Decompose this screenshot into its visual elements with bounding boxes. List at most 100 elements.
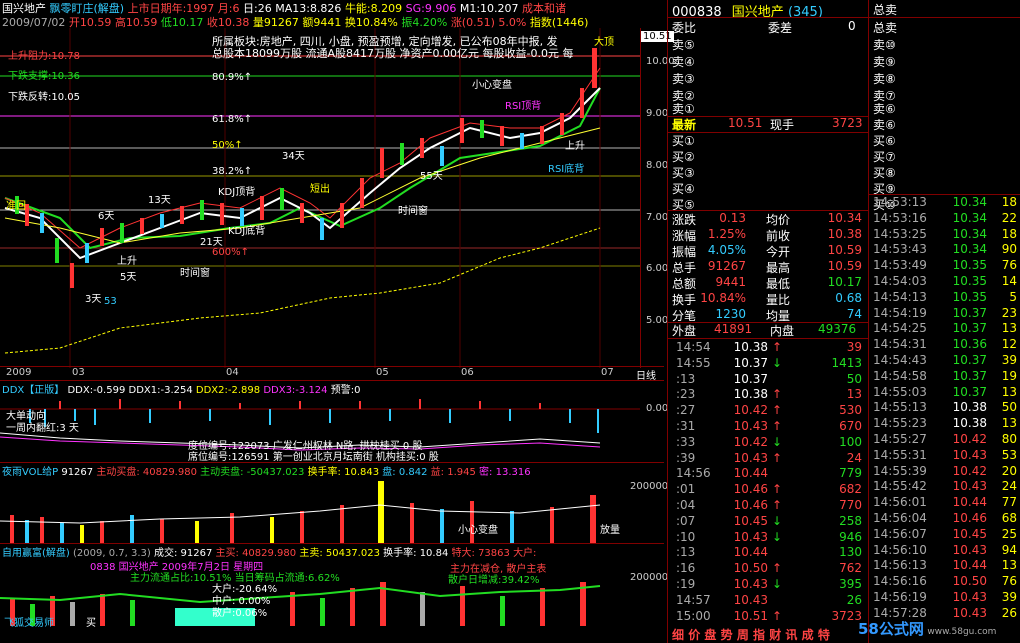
- tick-volume: 39: [846, 340, 862, 354]
- top-label: 大顶: [594, 37, 614, 48]
- vol-axis: 200000: [630, 481, 669, 492]
- buy4-label[interactable]: 买④: [672, 180, 695, 197]
- tick-volume: 770: [839, 498, 862, 512]
- sell10-label[interactable]: 卖⑩: [873, 36, 896, 53]
- detail-tick-price: 10.43: [952, 447, 987, 462]
- tick-volume: 530: [839, 403, 862, 418]
- tab-cheng[interactable]: 成: [802, 628, 814, 642]
- stat-value: 4.05%: [707, 243, 746, 257]
- custom-buy-label: 买: [86, 618, 96, 629]
- sell6-label[interactable]: 卖⑥: [873, 100, 896, 117]
- xianshou-value: 3723: [832, 116, 863, 130]
- sell-more-label[interactable]: 卖⑥: [873, 116, 896, 133]
- ddx-axis: 0.00: [646, 403, 669, 414]
- tick-volume: 670: [839, 419, 862, 433]
- tab-finance[interactable]: 财: [769, 628, 781, 642]
- stat-label: 总手: [672, 261, 697, 275]
- detail-tick-time: 14:55:42: [873, 479, 927, 494]
- x-tick: 2009: [6, 367, 32, 378]
- vol-xiaoxin-label: 小心变盘: [458, 525, 498, 536]
- tab-news[interactable]: 讯: [785, 628, 797, 642]
- detail-tick-price: 10.42: [952, 432, 987, 446]
- n55-label: 55天: [420, 171, 443, 182]
- stat-label: 涨跌: [672, 213, 697, 227]
- ddx-panel[interactable]: DDX【正版】 DDX:-0.599 DDX1:-3.254 DDX2:-2.8…: [0, 380, 668, 463]
- tab-price[interactable]: 价: [688, 628, 700, 642]
- tick-arrow: ↑: [772, 561, 783, 576]
- y-tick: 7.00: [646, 212, 669, 223]
- detail-tick-time: 14:56:01: [873, 495, 927, 510]
- tick-time: :07: [676, 513, 696, 528]
- tab-pan[interactable]: 盘: [704, 628, 716, 642]
- sell1-label[interactable]: 卖①: [672, 100, 695, 117]
- rsi-bottom-label: RSI底背: [548, 164, 585, 175]
- tab-detail[interactable]: 细: [672, 628, 684, 642]
- fangliang-label: 放量: [600, 525, 620, 536]
- detail-tick-time: 14:55:03: [873, 384, 927, 399]
- x-axis: 2009 03 04 05 06 07 日线: [0, 366, 664, 382]
- detail-tick-price: 10.34: [952, 210, 987, 225]
- buy6-label[interactable]: 买⑥: [873, 132, 896, 149]
- detail-tick-volume: 20: [1001, 463, 1017, 478]
- tick-price: 10.50: [733, 561, 768, 576]
- tick-volume: 26: [846, 592, 862, 607]
- x-tick: 06: [461, 367, 474, 378]
- vol-panel[interactable]: 夜雨VOL给P 91267 主动买盘: 40829.980 主动卖盘: -504…: [0, 462, 668, 543]
- detail-tick-price: 10.35: [952, 258, 987, 273]
- watermark: 58公式网 www.58gu.com: [858, 618, 996, 639]
- detail-tick-volume: 5: [1009, 289, 1017, 304]
- buy3-label[interactable]: 买③: [672, 164, 695, 181]
- buy7-label[interactable]: 买⑦: [873, 148, 896, 165]
- tab-week[interactable]: 周: [737, 628, 749, 642]
- val53-label: 53: [104, 296, 117, 307]
- latest-label: 最新: [672, 118, 697, 132]
- tick-arrow: ↑: [772, 450, 783, 465]
- detail-tick-volume: 94: [1001, 542, 1017, 557]
- tick-arrow: ↓: [772, 355, 783, 370]
- stat-label: 均价: [766, 213, 791, 227]
- stat-value: 10.59: [827, 259, 862, 273]
- tick-price: 10.43: [733, 529, 768, 544]
- tab-trend[interactable]: 势: [721, 628, 733, 642]
- six-days-label: 6天: [98, 211, 115, 222]
- tick-time: :13: [676, 545, 696, 560]
- tick-time: 14:55: [676, 355, 711, 370]
- pct38-label: 38.2%↑: [212, 166, 253, 177]
- detail-tick-time: 14:54:25: [873, 321, 927, 336]
- sell5-label[interactable]: 卖⑤: [672, 36, 695, 53]
- detail-tick-time: 14:53:16: [873, 210, 927, 225]
- detail-tick-price: 10.43: [952, 590, 987, 604]
- custom-panel[interactable]: 自用赢富(解盘) (2009, 0.7, 3.3) 成交: 91267 主买: …: [0, 543, 668, 629]
- sell9-label[interactable]: 卖⑨: [873, 53, 896, 70]
- tick-list[interactable]: 14:54 10.38 ↑ 39 14:55 10.37 ↓ 1413:13 10.37 50:2…: [668, 340, 868, 626]
- detail-tick-volume: 14: [1001, 274, 1017, 288]
- tab-special[interactable]: 特: [818, 628, 830, 642]
- sell3-label[interactable]: 卖③: [672, 70, 695, 87]
- detail-tick-time: 14:53:49: [873, 258, 927, 273]
- stat-value: 10.38: [827, 227, 862, 241]
- sell4-label[interactable]: 卖④: [672, 53, 695, 70]
- y-tick: 5.00: [646, 315, 669, 326]
- detail-tick-price: 10.44: [952, 495, 987, 510]
- detail-tick-time: 14:54:58: [873, 368, 927, 383]
- stat-value: 9441: [715, 275, 746, 289]
- tick-arrow: ↓: [772, 529, 783, 544]
- stat-label: 今开: [766, 245, 791, 259]
- tick-price: 10.42: [733, 403, 768, 418]
- detail-tick-volume: 53: [1001, 447, 1017, 462]
- tab-index[interactable]: 指: [753, 628, 765, 642]
- tick-time: 14:56: [676, 466, 711, 481]
- buy2-label[interactable]: 买②: [672, 148, 695, 165]
- detail-tick-volume: 77: [1001, 495, 1017, 510]
- buy1-label[interactable]: 买①: [672, 132, 695, 149]
- tick-arrow: ↑: [772, 482, 783, 497]
- stat-value: 10.34: [827, 211, 862, 225]
- buy8-label[interactable]: 买⑧: [873, 164, 896, 181]
- tick-list-detail[interactable]: 14:53:13 10.34 18 14:53:16 10.34 22 14:53:25 10…: [869, 195, 1020, 625]
- tick-time: :23: [676, 387, 696, 402]
- sell8-label[interactable]: 卖⑧: [873, 70, 896, 87]
- neipan-label: 内盘: [770, 324, 795, 338]
- detail-tick-price: 10.38: [952, 400, 987, 415]
- detail-tick-volume: 76: [1001, 574, 1017, 589]
- detail-tick-price: 10.50: [952, 574, 987, 589]
